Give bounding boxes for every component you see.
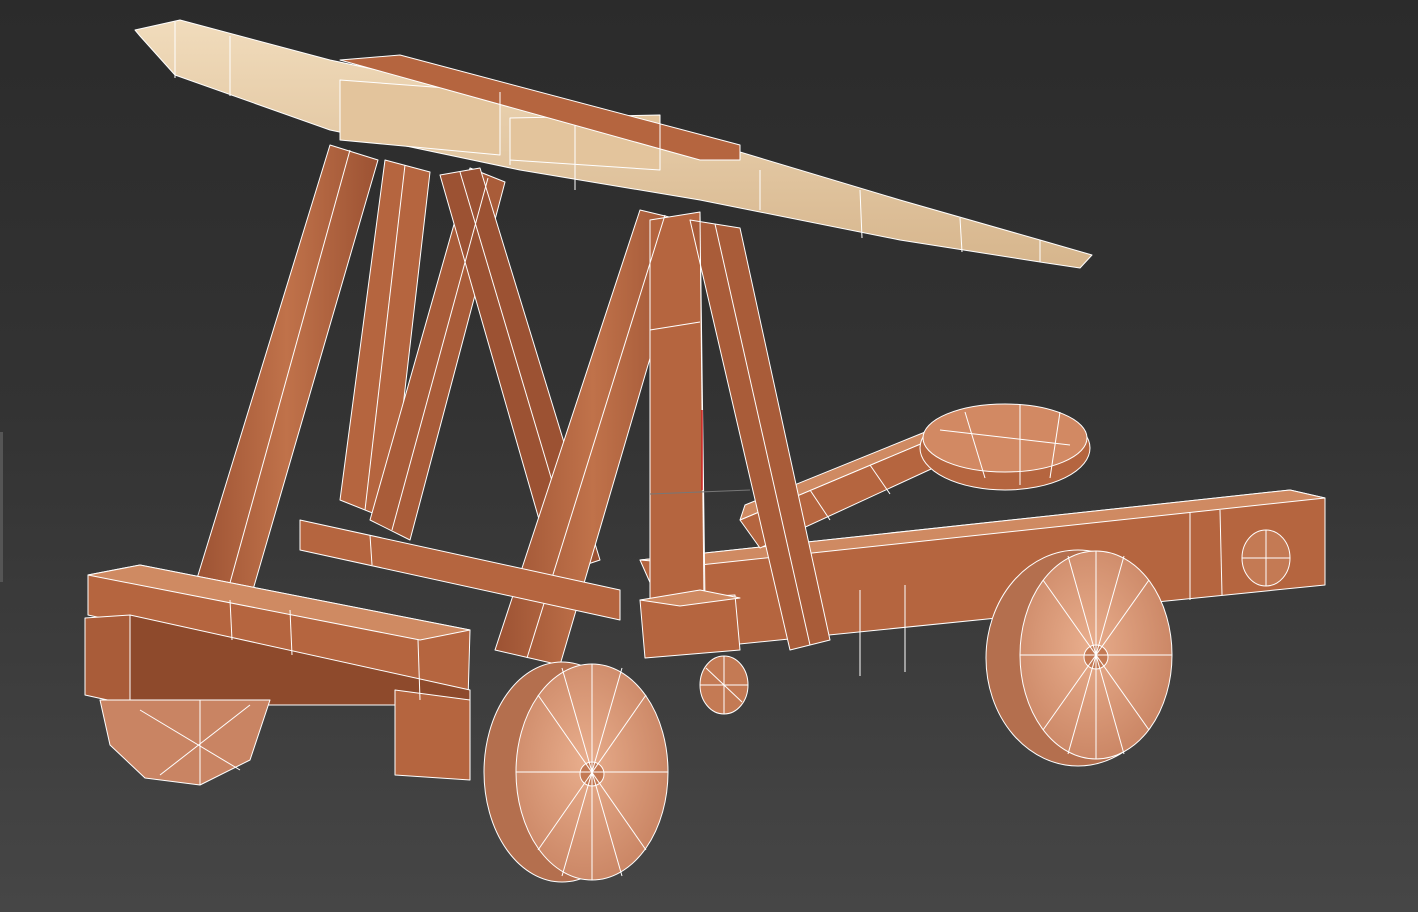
catapult-model[interactable] [0, 0, 1418, 912]
front-axle-cap [699, 655, 749, 715]
wheel-front-left[interactable] [483, 661, 669, 883]
front-block [639, 589, 741, 659]
crossbow-beam[interactable] [134, 19, 1093, 269]
wheel-front-right[interactable] [985, 549, 1173, 767]
rear-axle-cap [1241, 529, 1291, 587]
wheel-rear-left[interactable] [99, 699, 271, 786]
3d-viewport[interactable] [0, 0, 1418, 912]
spoon-bucket[interactable] [919, 403, 1091, 491]
